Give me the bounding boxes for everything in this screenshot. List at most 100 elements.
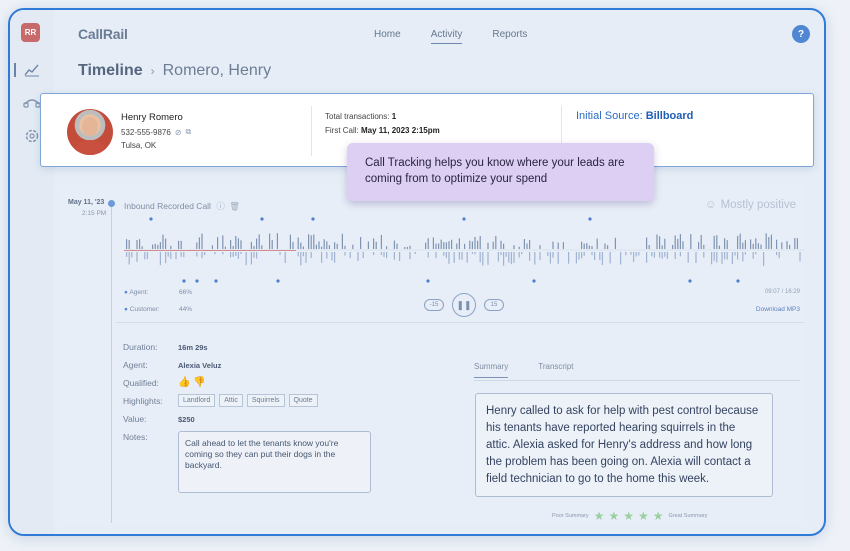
- pause-button[interactable]: ❚❚: [452, 293, 476, 317]
- nav-reports[interactable]: Reports: [492, 29, 527, 44]
- check-circle-icon[interactable]: ⊘: [175, 128, 182, 137]
- breadcrumb: Timeline › Romero, Henry: [78, 62, 271, 80]
- initial-source-value[interactable]: Billboard: [646, 110, 694, 122]
- waveform-bar: [596, 238, 598, 249]
- marker-dot[interactable]: [736, 279, 740, 283]
- thumbs-up-icon[interactable]: 👍: [178, 377, 190, 388]
- rewind-button[interactable]: -15: [424, 299, 444, 311]
- app-window: RR CallRail Home Activity Reports ? Time…: [8, 8, 826, 536]
- waveform-bar: [136, 240, 138, 249]
- waveform-bar: [781, 242, 783, 249]
- download-mp3-link[interactable]: Download MP3: [756, 306, 800, 313]
- waveform-bar: [682, 241, 684, 249]
- waveform-bar: [521, 252, 523, 255]
- waveform-bar: [461, 252, 463, 260]
- marker-dot[interactable]: [532, 279, 536, 283]
- waveform-bar: [518, 246, 520, 249]
- waveform-bar: [170, 252, 172, 259]
- waveform-bar: [175, 252, 177, 260]
- notes-field[interactable]: Call ahead to let the tenants know you'r…: [178, 431, 371, 493]
- waveform-bar: [453, 252, 455, 263]
- sidebar: RR: [10, 10, 54, 534]
- waveform-bar: [523, 239, 525, 249]
- highlight-chip[interactable]: Squirrels: [246, 394, 285, 407]
- waveform-bar: [539, 252, 541, 261]
- waveform-bar: [404, 246, 406, 249]
- marker-dot[interactable]: [182, 279, 186, 283]
- forward-button[interactable]: 15: [484, 299, 504, 311]
- contact-phone[interactable]: 532-555-9876: [121, 128, 171, 137]
- tab-transcript[interactable]: Transcript: [538, 362, 573, 378]
- star-icon[interactable]: ★: [638, 509, 649, 523]
- waveform-bar: [261, 245, 263, 249]
- marker-dot[interactable]: [588, 217, 592, 221]
- waveform-bar: [539, 245, 541, 249]
- star-icon[interactable]: ★: [653, 509, 664, 523]
- copy-icon[interactable]: ⧉: [186, 127, 192, 137]
- marker-dot[interactable]: [276, 279, 280, 283]
- waveform-bar: [232, 246, 234, 249]
- waveform-bar: [578, 252, 580, 260]
- marker-dot[interactable]: [426, 279, 430, 283]
- thumbs-down-icon[interactable]: 👎: [193, 377, 205, 388]
- waveform-bar: [230, 252, 232, 258]
- waveform-bar: [427, 252, 429, 258]
- tab-summary[interactable]: Summary: [474, 362, 509, 378]
- waveform-bar: [575, 252, 577, 264]
- marker-dot[interactable]: [214, 279, 218, 283]
- nav-activity[interactable]: Activity: [430, 29, 463, 44]
- highlight-chip[interactable]: Attic: [219, 394, 243, 407]
- star-icon[interactable]: ★: [594, 509, 605, 523]
- waveform-bar: [674, 252, 676, 260]
- marker-dot[interactable]: [149, 217, 153, 221]
- waveform-bar: [471, 252, 473, 255]
- marker-dot[interactable]: [311, 217, 315, 221]
- waveform-bar: [534, 252, 536, 265]
- nav-home[interactable]: Home: [374, 29, 401, 44]
- highlight-chip[interactable]: Landlord: [178, 394, 216, 407]
- waveform-bar: [479, 235, 481, 249]
- waveform-bar: [313, 234, 315, 249]
- waveform-bar: [752, 252, 754, 259]
- marker-dot[interactable]: [688, 279, 692, 283]
- chart-icon[interactable]: [23, 63, 41, 79]
- waveform-bar: [445, 252, 447, 258]
- waveform-bar: [776, 252, 778, 256]
- waveform-bar: [141, 246, 143, 249]
- calls-icon[interactable]: [23, 95, 41, 111]
- waveform-bar: [549, 252, 551, 264]
- smile-icon: ☺: [704, 199, 717, 211]
- star-icon[interactable]: ★: [623, 509, 634, 523]
- waveform-bar: [609, 252, 611, 264]
- waveform-bar: [679, 234, 681, 249]
- waveform-bar: [690, 233, 692, 249]
- waveform-bar: [315, 244, 317, 249]
- waveform-bar: [458, 252, 460, 260]
- waveform-bar: [677, 238, 679, 249]
- account-logo[interactable]: RR: [21, 23, 40, 42]
- marker-dot[interactable]: [195, 279, 199, 283]
- summary-rating: Poor Summary ★ ★ ★ ★ ★ Great Summary: [552, 509, 707, 523]
- highlight-chip[interactable]: Quote: [288, 394, 318, 407]
- call-title: Inbound Recorded Call ⓘ 🗑: [124, 200, 240, 212]
- waveform-bar: [146, 252, 148, 260]
- waveform-bar: [638, 252, 640, 256]
- brand-logo[interactable]: CallRail: [78, 26, 128, 42]
- marker-dot[interactable]: [462, 217, 466, 221]
- marker-dot[interactable]: [260, 217, 264, 221]
- waveform-bar: [396, 243, 398, 249]
- call-waveform[interactable]: [124, 215, 804, 285]
- waveform-bar: [165, 238, 167, 249]
- waveform-bar: [250, 252, 252, 265]
- help-button[interactable]: ?: [792, 25, 810, 43]
- info-icon[interactable]: ⓘ: [216, 201, 225, 211]
- star-icon[interactable]: ★: [608, 509, 619, 523]
- waveform-bar: [700, 234, 702, 249]
- waveform-bar: [386, 252, 388, 259]
- settings-icon[interactable]: [23, 128, 41, 144]
- breadcrumb-timeline[interactable]: Timeline: [78, 62, 143, 80]
- waveform-bar: [302, 252, 304, 257]
- trash-icon[interactable]: 🗑: [229, 201, 240, 211]
- waveform-bar: [737, 235, 739, 249]
- waveform-bar: [308, 234, 310, 249]
